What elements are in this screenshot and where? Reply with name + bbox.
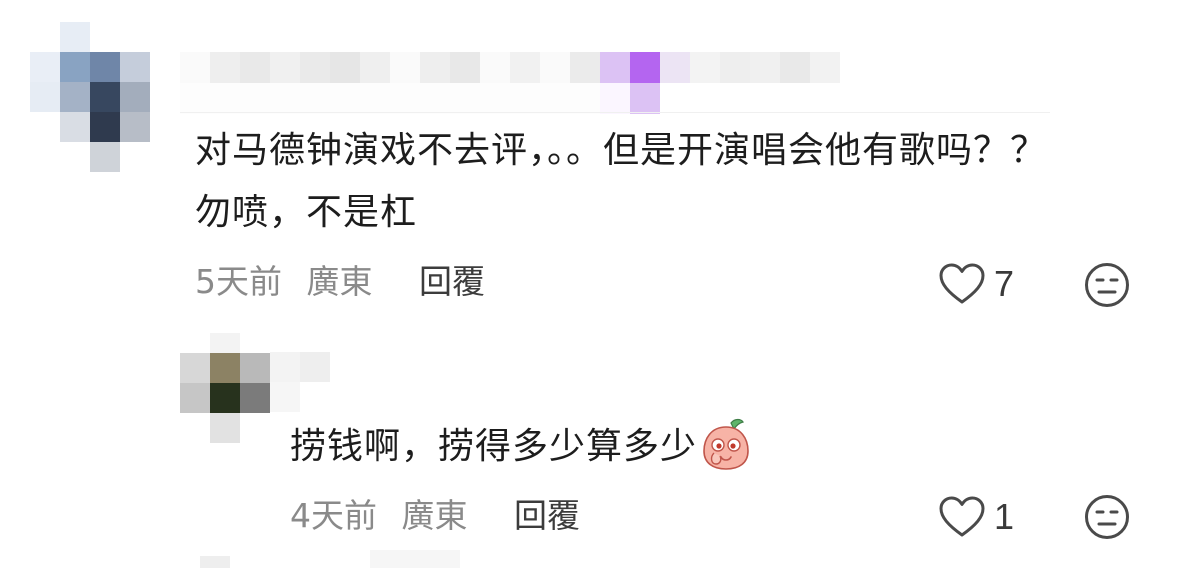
reply-button[interactable]: 回覆 [514,496,580,535]
like-button[interactable]: 1 [938,495,1014,539]
comment-location: 廣東 [401,496,468,535]
comment-time: 5天前 [195,262,282,301]
avatar[interactable] [30,22,150,172]
peach-sticker-icon [701,417,751,471]
heart-outline-icon [939,263,985,304]
comment-time: 4天前 [290,496,377,535]
neutral-face-icon [1085,263,1129,307]
reply-comment: 捞钱啊，捞得多少算多少 [290,416,990,478]
reaction-button[interactable] [1084,262,1130,312]
comment-meta: 4天前 廣東 回覆 [290,496,594,536]
reply-button[interactable]: 回覆 [419,262,485,301]
reaction-button[interactable] [1084,494,1130,544]
next-avatar-partial [200,556,230,568]
next-name-partial [370,550,460,568]
neutral-face-icon [1085,495,1129,539]
username[interactable] [270,352,340,412]
like-count: 7 [994,263,1015,304]
comment-text: 对马德钟演戏不去评，。。但是开演唱会他有歌吗？？勿喷，不是杠 [195,130,1048,233]
heart-outline-icon [939,496,985,537]
username[interactable] [180,52,880,114]
like-button[interactable]: 7 [938,262,1014,306]
comment-text: 捞钱啊，捞得多少算多少 [290,426,698,467]
divider [180,112,1050,113]
like-count: 1 [994,496,1015,537]
comment-location: 廣東 [306,262,373,301]
comment-meta: 5天前 廣東 回覆 [195,262,499,302]
